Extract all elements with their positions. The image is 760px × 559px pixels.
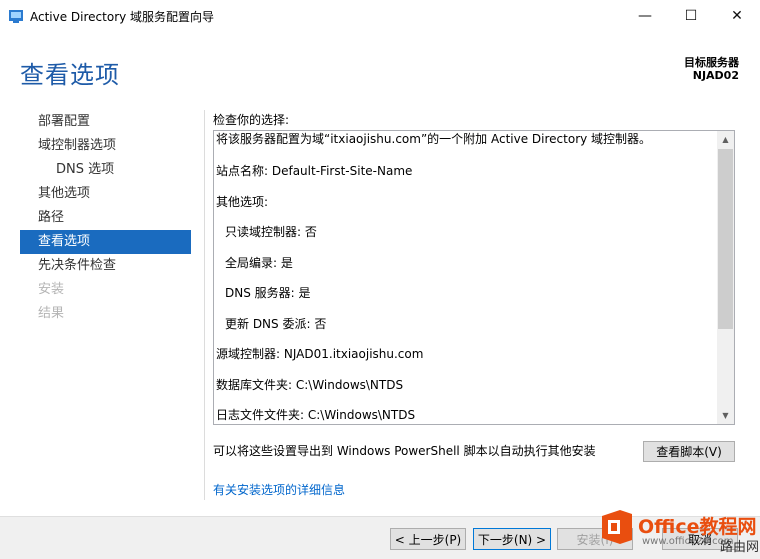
nav-item-paths[interactable]: 路径 — [20, 206, 191, 230]
office-logo-icon — [602, 510, 632, 544]
review-line: 将该服务器配置为域“itxiaojishu.com”的一个附加 Active D… — [216, 132, 652, 146]
minimize-button[interactable]: — — [622, 0, 668, 31]
nav-item-results: 结果 — [38, 306, 65, 321]
export-description: 可以将这些设置导出到 Windows PowerShell 脚本以自动执行其他安… — [213, 444, 596, 458]
nav-item-dc-options[interactable]: 域控制器选项 — [20, 134, 191, 158]
review-textbox[interactable]: 将该服务器配置为域“itxiaojishu.com”的一个附加 Active D… — [213, 130, 735, 425]
maximize-button[interactable]: ☐ — [668, 0, 714, 31]
target-server-label: 目标服务器 — [684, 56, 739, 69]
review-line: 站点名称: Default-First-Site-Name — [216, 164, 413, 178]
review-line: 只读域控制器: 否 — [225, 225, 317, 239]
review-line: 数据库文件夹: C:\Windows\NTDS — [216, 377, 404, 392]
view-script-button[interactable]: 查看脚本(V) — [643, 441, 735, 462]
review-scrollbar[interactable]: ▲ ▼ — [717, 131, 734, 424]
previous-button[interactable]: < 上一步(P) — [390, 528, 466, 550]
next-button[interactable]: 下一步(N) > — [473, 528, 551, 550]
more-info-link[interactable]: 有关安装选项的详细信息 — [213, 481, 345, 498]
nav-divider — [204, 110, 205, 500]
review-line: DNS 服务器: 是 — [225, 286, 311, 300]
title-bar: Active Directory 域服务配置向导 — ☐ ✕ — [0, 0, 760, 31]
nav-item-review-options[interactable]: 查看选项 — [20, 230, 191, 254]
close-button[interactable]: ✕ — [714, 0, 760, 31]
wizard-nav: 部署配置 域控制器选项 DNS 选项 其他选项 路径 查看选项 先决条件检查 安… — [20, 110, 191, 326]
review-line: 其他选项: — [216, 194, 269, 209]
scroll-up-icon[interactable]: ▲ — [717, 131, 734, 148]
scroll-thumb[interactable] — [718, 149, 733, 329]
review-line: 全局编录: 是 — [225, 255, 293, 270]
nav-item-deployment[interactable]: 部署配置 — [20, 110, 191, 134]
nav-item-prerequisites[interactable]: 先决条件检查 — [20, 254, 191, 278]
page-title: 查看选项 — [20, 61, 120, 89]
window-title: Active Directory 域服务配置向导 — [30, 10, 215, 24]
ad-wizard-icon — [9, 10, 23, 23]
scroll-down-icon[interactable]: ▼ — [717, 407, 734, 424]
watermark-brand: Office教程网 — [638, 516, 757, 538]
review-label: 检查你的选择: — [213, 113, 290, 127]
watermark-extra: 路由网 — [720, 540, 760, 555]
review-line: 日志文件文件夹: C:\Windows\NTDS — [216, 408, 416, 422]
nav-item-dns-options[interactable]: DNS 选项 — [20, 158, 191, 182]
nav-item-additional-options[interactable]: 其他选项 — [20, 182, 191, 206]
nav-item-installation: 安装 — [38, 282, 65, 297]
review-line: 更新 DNS 委派: 否 — [225, 316, 327, 331]
watermark: Office教程网 www.office26.com 路由网 — [598, 508, 760, 558]
wizard-content: 查看选项 目标服务器 NJAD02 部署配置 域控制器选项 DNS 选项 其他选… — [0, 31, 760, 516]
target-server-name: NJAD02 — [692, 69, 739, 82]
review-line: 源域控制器: NJAD01.itxiaojishu.com — [216, 347, 424, 361]
